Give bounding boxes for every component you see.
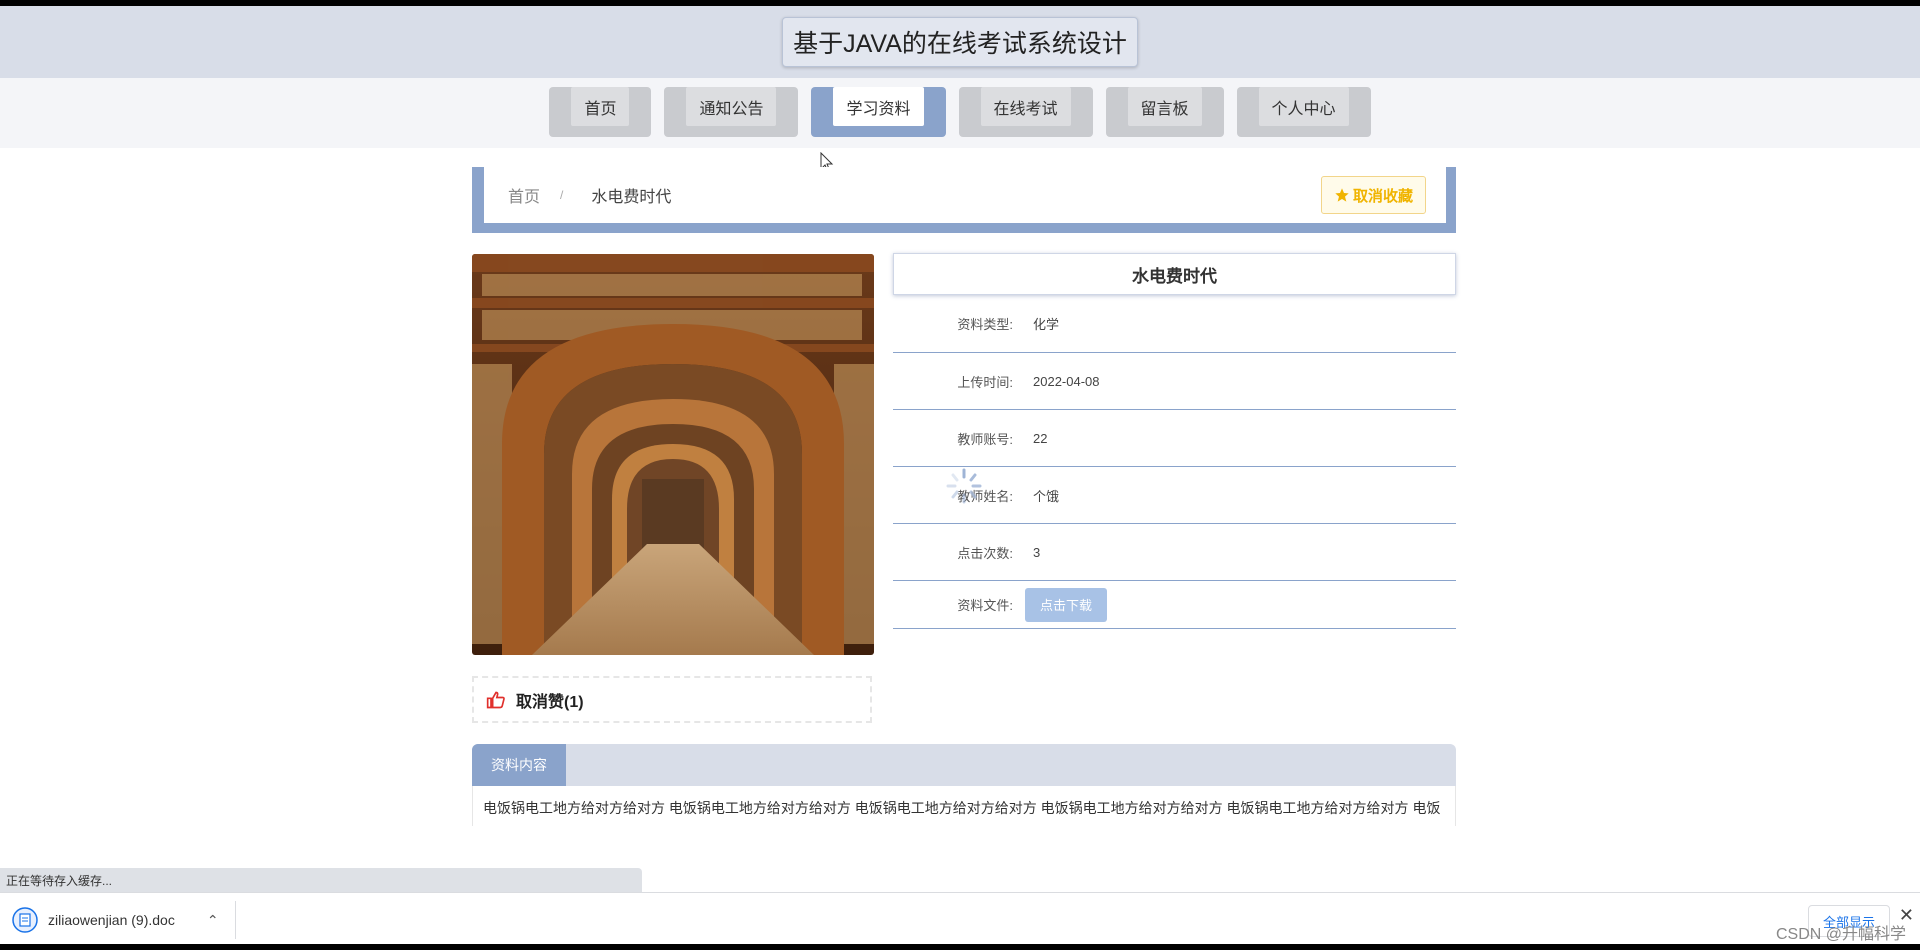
unlike-label: 取消赞(1) bbox=[516, 693, 584, 711]
star-icon bbox=[1335, 188, 1349, 202]
breadcrumb-current: 水电费时代 bbox=[591, 189, 672, 206]
nav-item-message-board[interactable]: 留言板 bbox=[1105, 87, 1224, 137]
main-nav: 首页 通知公告 学习资料 在线考试 留言板 个人中心 bbox=[0, 78, 1920, 148]
material-title: 水电费时代 bbox=[893, 253, 1456, 295]
site-header: 基于JAVA的在线考试系统设计 bbox=[0, 6, 1920, 78]
document-file-icon bbox=[12, 907, 38, 933]
info-label: 教师账号: bbox=[957, 431, 1013, 447]
nav-item-home[interactable]: 首页 bbox=[549, 87, 652, 137]
browser-status-bar: 正在等待存入缓存... bbox=[0, 868, 642, 892]
info-row-click-count: 点击次数: 3 bbox=[893, 524, 1456, 581]
loading-spinner-icon bbox=[946, 468, 982, 504]
info-row-type: 资料类型: 化学 bbox=[893, 295, 1456, 353]
window-bottom-border bbox=[0, 944, 1920, 950]
nav-item-study-materials[interactable]: 学习资料 bbox=[811, 87, 946, 137]
nav-item-label: 学习资料 bbox=[833, 87, 924, 126]
download-file-name: ziliaowenjian (9).doc bbox=[48, 912, 175, 928]
material-content-text: 电饭锅电工地方给对方给对方 电饭锅电工地方给对方给对方 电饭锅电工地方给对方给对… bbox=[472, 786, 1456, 826]
info-value: 3 bbox=[1033, 544, 1041, 560]
nav-item-personal-center[interactable]: 个人中心 bbox=[1236, 87, 1371, 137]
nav-item-label: 通知公告 bbox=[686, 87, 777, 126]
info-row-file: 资料文件: 点击下载 bbox=[893, 581, 1456, 629]
info-row-teacher-account: 教师账号: 22 bbox=[893, 410, 1456, 467]
material-cover-image bbox=[472, 254, 874, 655]
content-tabbar: 资料内容 bbox=[472, 744, 1456, 786]
info-value: 个饿 bbox=[1033, 488, 1060, 504]
breadcrumb: 首页 / 水电费时代 取消收藏 bbox=[472, 167, 1456, 233]
info-label: 资料文件: bbox=[957, 598, 1013, 613]
tab-material-content[interactable]: 资料内容 bbox=[472, 744, 566, 786]
nav-item-notices[interactable]: 通知公告 bbox=[664, 87, 799, 137]
nav-item-label: 个人中心 bbox=[1258, 87, 1349, 126]
breadcrumb-home[interactable]: 首页 bbox=[508, 183, 540, 207]
nav-item-label: 留言板 bbox=[1127, 87, 1202, 126]
thumbs-up-icon bbox=[486, 691, 505, 708]
breadcrumb-separator: / bbox=[560, 188, 564, 202]
download-item[interactable]: ziliaowenjian (9).doc ⌃ bbox=[12, 901, 236, 939]
material-info-panel: 水电费时代 资料类型: 化学 上传时间: 2022-04-08 教师账号: 22… bbox=[893, 253, 1456, 629]
info-label: 资料类型: bbox=[957, 317, 1013, 332]
info-value: 2022-04-08 bbox=[1033, 373, 1100, 389]
library-photo bbox=[472, 254, 874, 655]
unlike-button[interactable]: 取消赞(1) bbox=[472, 676, 872, 723]
nav-item-label: 首页 bbox=[571, 87, 630, 126]
chevron-up-icon[interactable]: ⌃ bbox=[207, 912, 219, 929]
info-label: 点击次数: bbox=[957, 545, 1013, 561]
download-button[interactable]: 点击下载 bbox=[1025, 587, 1108, 622]
watermark: CSDN @升幅科学 bbox=[1775, 926, 1906, 943]
info-value: 22 bbox=[1033, 430, 1048, 446]
download-shelf: ziliaowenjian (9).doc ⌃ 全部显示 ✕ bbox=[0, 892, 1920, 944]
unfavorite-button[interactable]: 取消收藏 bbox=[1320, 176, 1426, 214]
material-content-section: 资料内容 电饭锅电工地方给对方给对方 电饭锅电工地方给对方给对方 电饭锅电工地方… bbox=[472, 744, 1456, 826]
site-title: 基于JAVA的在线考试系统设计 bbox=[782, 17, 1138, 67]
nav-item-online-exam[interactable]: 在线考试 bbox=[958, 87, 1093, 137]
nav-item-label: 在线考试 bbox=[980, 87, 1071, 126]
info-label: 上传时间: bbox=[957, 374, 1013, 390]
unfavorite-label: 取消收藏 bbox=[1352, 187, 1413, 205]
info-value: 化学 bbox=[1033, 317, 1060, 332]
info-row-upload-time: 上传时间: 2022-04-08 bbox=[893, 353, 1456, 410]
